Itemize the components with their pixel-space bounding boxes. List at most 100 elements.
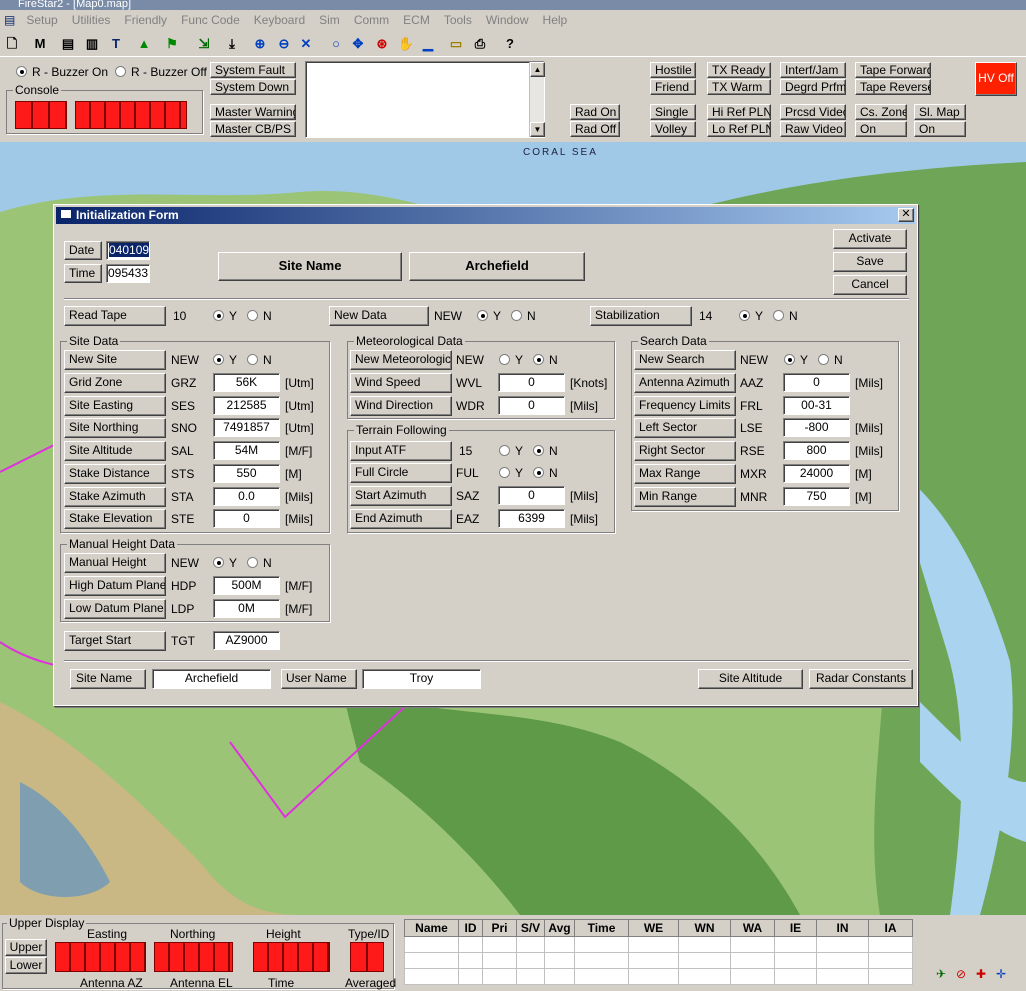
read-tape-n-radio[interactable]	[247, 310, 258, 321]
footer-user-name-field[interactable]: Troy	[362, 669, 481, 689]
message-scrollbar[interactable]: ▲ ▼	[529, 62, 545, 137]
stabilization-button[interactable]: Stabilization	[590, 306, 692, 326]
end-azimuth-field[interactable]: 6399	[498, 509, 565, 528]
new-site-y-radio[interactable]	[213, 354, 224, 365]
new-search-button[interactable]: New Search	[634, 350, 736, 370]
start-azimuth-field[interactable]: 0	[498, 486, 565, 505]
text-icon[interactable]: T	[106, 34, 126, 54]
full-circle-n-radio[interactable]	[533, 467, 544, 478]
col-ia[interactable]: IA	[868, 919, 913, 937]
raw-video-button[interactable]: Raw Video	[780, 121, 846, 137]
grid-zone-field[interactable]: 56K	[213, 373, 280, 392]
menu-utilities[interactable]: Utilities	[65, 11, 118, 27]
col-wa[interactable]: WA	[730, 919, 775, 937]
col-id[interactable]: ID	[458, 919, 483, 937]
prcsd-video-button[interactable]: Prcsd Video	[780, 104, 846, 120]
rad-on-button[interactable]: Rad On	[570, 104, 620, 120]
menu-keyboard[interactable]: Keyboard	[247, 11, 312, 27]
manual-height-button[interactable]: Manual Height	[64, 553, 166, 573]
lo-ref-button[interactable]: Lo Ref PLN	[707, 121, 771, 137]
read-tape-y-radio[interactable]	[213, 310, 224, 321]
friend-button[interactable]: Friend	[650, 79, 696, 95]
buzzer-off-radio[interactable]	[115, 66, 126, 77]
stake-elevation-field[interactable]: 0	[213, 509, 280, 528]
stake-azimuth-field[interactable]: 0.0	[213, 487, 280, 506]
site-easting-field[interactable]: 212585	[213, 396, 280, 415]
time-field[interactable]: 095433	[106, 264, 150, 283]
menu-comm[interactable]: Comm	[347, 11, 396, 27]
antenna-azimuth-button[interactable]: Antenna Azimuth	[634, 373, 736, 393]
manual-height-y-radio[interactable]	[213, 557, 224, 568]
grid-zone-button[interactable]: Grid Zone	[64, 373, 166, 393]
manual-height-n-radio[interactable]	[247, 557, 258, 568]
message-box[interactable]	[305, 61, 545, 138]
no-entry-icon[interactable]: ⊘	[956, 967, 966, 981]
scroll-down-icon[interactable]: ▼	[530, 122, 545, 137]
new-met-n-radio[interactable]	[533, 354, 544, 365]
target-start-field[interactable]: AZ9000	[213, 631, 280, 650]
stake-elevation-button[interactable]: Stake Elevation	[64, 509, 166, 529]
menu-ecm[interactable]: ECM	[396, 11, 437, 27]
zoom-in-icon[interactable]: ⊕	[250, 34, 270, 54]
app-menu-icon[interactable]: ▤	[0, 11, 19, 29]
rad-off-button[interactable]: Rad Off	[570, 121, 620, 137]
master-warning-button[interactable]: Master Warning	[210, 104, 296, 120]
table-row[interactable]	[404, 936, 913, 953]
crosshair-icon[interactable]: ✛	[996, 967, 1006, 981]
col-avg[interactable]: Avg	[544, 919, 575, 937]
interf-jam-button[interactable]: Interf/Jam	[780, 62, 846, 78]
export-icon[interactable]: ⇲	[194, 34, 214, 54]
terrain-icon[interactable]: ▲	[134, 34, 154, 54]
input-atf-button[interactable]: Input ATF	[350, 441, 452, 461]
menu-sim[interactable]: Sim	[312, 11, 347, 27]
stake-distance-button[interactable]: Stake Distance	[64, 464, 166, 484]
input-atf-n-radio[interactable]	[533, 445, 544, 456]
table-row[interactable]	[404, 952, 913, 969]
menu-help[interactable]: Help	[536, 11, 575, 27]
frequency-limits-button[interactable]: Frequency Limits	[634, 396, 736, 416]
col-pri[interactable]: Pri	[482, 919, 517, 937]
scroll-up-icon[interactable]: ▲	[530, 62, 545, 77]
menu-window[interactable]: Window	[479, 11, 536, 27]
frequency-limits-field[interactable]: 00-31	[783, 396, 850, 415]
wind-speed-button[interactable]: Wind Speed	[350, 373, 452, 393]
menu-func-code[interactable]: Func Code	[174, 11, 247, 27]
full-circle-button[interactable]: Full Circle	[350, 463, 452, 483]
left-sector-button[interactable]: Left Sector	[634, 418, 736, 438]
read-tape-button[interactable]: Read Tape	[64, 306, 166, 326]
pan-icon[interactable]: ✥	[348, 34, 368, 54]
col-wn[interactable]: WN	[678, 919, 731, 937]
hi-ref-button[interactable]: Hi Ref PLN	[707, 104, 771, 120]
wind-direction-field[interactable]: 0	[498, 396, 565, 415]
hostile-button[interactable]: Hostile	[650, 62, 696, 78]
search-icon[interactable]: ○	[326, 34, 346, 54]
right-sector-field[interactable]: 800	[783, 441, 850, 460]
fit-icon[interactable]: ✕	[296, 34, 316, 54]
footer-site-name-field[interactable]: Archefield	[152, 669, 271, 689]
new-met-y-radio[interactable]	[499, 354, 510, 365]
close-icon[interactable]: ✕	[898, 208, 914, 222]
col-sv[interactable]: S/V	[516, 919, 545, 937]
end-azimuth-button[interactable]: End Azimuth	[350, 509, 452, 529]
new-data-n-radio[interactable]	[511, 310, 522, 321]
target-icon[interactable]: ⊛	[372, 34, 392, 54]
col-in[interactable]: IN	[816, 919, 869, 937]
zoom-out-icon[interactable]: ⊖	[274, 34, 294, 54]
low-datum-button[interactable]: Low Datum Plane	[64, 599, 166, 619]
col-name[interactable]: Name	[404, 919, 459, 937]
stabilization-n-radio[interactable]	[773, 310, 784, 321]
tape-reverse-button[interactable]: Tape Reverse	[855, 79, 931, 95]
stake-azimuth-button[interactable]: Stake Azimuth	[64, 487, 166, 507]
col-time[interactable]: Time	[574, 919, 629, 937]
site-easting-button[interactable]: Site Easting	[64, 396, 166, 416]
new-site-button[interactable]: New Site	[64, 350, 166, 370]
max-range-button[interactable]: Max Range	[634, 464, 736, 484]
menu-setup[interactable]: Setup	[19, 11, 64, 27]
site-northing-field[interactable]: 7491857	[213, 418, 280, 437]
new-search-n-radio[interactable]	[818, 354, 829, 365]
right-sector-button[interactable]: Right Sector	[634, 441, 736, 461]
radar-constants-button[interactable]: Radar Constants	[809, 669, 913, 689]
report-icon[interactable]: ▥	[82, 34, 102, 54]
min-range-button[interactable]: Min Range	[634, 487, 736, 507]
upper-button[interactable]: Upper	[5, 939, 47, 956]
